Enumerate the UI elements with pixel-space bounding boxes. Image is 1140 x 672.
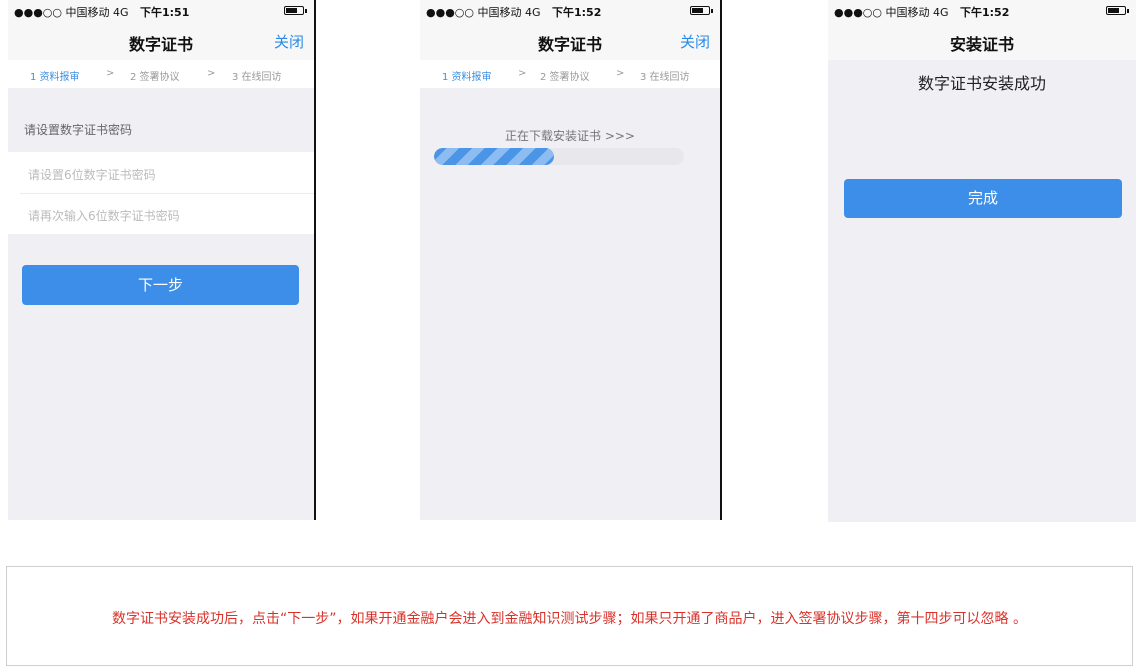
step-3: 3 在线回访	[640, 72, 690, 83]
divider-line	[720, 0, 722, 520]
caption-box: 数字证书安装成功后，点击“下一步”，如果开通金融户会进入到金融知识测试步骤；如果…	[6, 566, 1133, 666]
chevron-right-icon: >	[106, 68, 115, 79]
status-bar: ●●●○○ 中国移动 4G 下午1:52	[828, 0, 1136, 22]
battery-icon	[1106, 6, 1129, 15]
close-button[interactable]: 关闭	[274, 31, 304, 52]
success-message: 数字证书安装成功	[917, 74, 1046, 93]
divider-line	[314, 0, 316, 520]
chevron-right-icon: >	[207, 68, 216, 79]
step-1: 1 资料报审	[442, 72, 492, 83]
status-time: 下午1:52	[960, 6, 1010, 19]
screen-install-success: ●●●○○ 中国移动 4G 下午1:52 安装证书 数字证书安装成功 完成	[828, 0, 1136, 522]
confirm-password-input[interactable]: 请再次输入6位数字证书密码	[28, 207, 180, 224]
page-title: 安装证书	[949, 35, 1014, 54]
step-1: 1 资料报审	[30, 72, 80, 83]
status-time: 下午1:52	[552, 6, 602, 19]
carrier-signal: ●●●○○ 中国移动 4G	[426, 6, 541, 19]
close-button[interactable]: 关闭	[680, 31, 710, 52]
chevron-right-icon: >	[616, 68, 625, 79]
download-progress-bar	[434, 148, 684, 165]
step-indicator: 1 资料报审 > 2 签署协议 > 3 在线回访	[420, 60, 720, 88]
screen-set-password: ●●●○○ 中国移动 4G 下午1:51 数字证书 关闭 1 资料报审 > 2 …	[8, 0, 314, 520]
password-form: 请设置6位数字证书密码 请再次输入6位数字证书密码	[8, 152, 314, 234]
screen-downloading: ●●●○○ 中国移动 4G 下午1:52 数字证书 关闭 1 资料报审 > 2 …	[420, 0, 720, 520]
status-bar: ●●●○○ 中国移动 4G 下午1:52	[420, 0, 720, 22]
next-step-button[interactable]: 下一步	[22, 265, 299, 305]
carrier-signal: ●●●○○ 中国移动 4G	[14, 6, 129, 19]
password-section-label: 请设置数字证书密码	[24, 123, 133, 137]
status-bar: ●●●○○ 中国移动 4G 下午1:51	[8, 0, 314, 22]
step-indicator: 1 资料报审 > 2 签署协议 > 3 在线回访	[8, 60, 314, 88]
step-2: 2 签署协议	[540, 72, 590, 83]
password-input[interactable]: 请设置6位数字证书密码	[28, 166, 156, 183]
download-progress-fill	[434, 148, 554, 165]
status-time: 下午1:51	[140, 6, 190, 19]
done-button[interactable]: 完成	[844, 179, 1122, 218]
nav-bar: 数字证书 关闭	[8, 22, 314, 60]
caption-text: 数字证书安装成功后，点击“下一步”，如果开通金融户会进入到金融知识测试步骤；如果…	[112, 611, 1027, 627]
download-status-text: 正在下载安装证书 >>>	[505, 129, 635, 143]
divider	[20, 193, 314, 194]
step-2: 2 签署协议	[130, 72, 180, 83]
page-title: 数字证书	[128, 35, 193, 54]
nav-bar: 数字证书 关闭	[420, 22, 720, 60]
step-3: 3 在线回访	[232, 72, 282, 83]
battery-icon	[690, 6, 713, 15]
nav-bar: 安装证书	[828, 22, 1136, 60]
page-title: 数字证书	[537, 35, 602, 54]
battery-icon	[284, 6, 307, 15]
chevron-right-icon: >	[518, 68, 527, 79]
carrier-signal: ●●●○○ 中国移动 4G	[834, 6, 949, 19]
